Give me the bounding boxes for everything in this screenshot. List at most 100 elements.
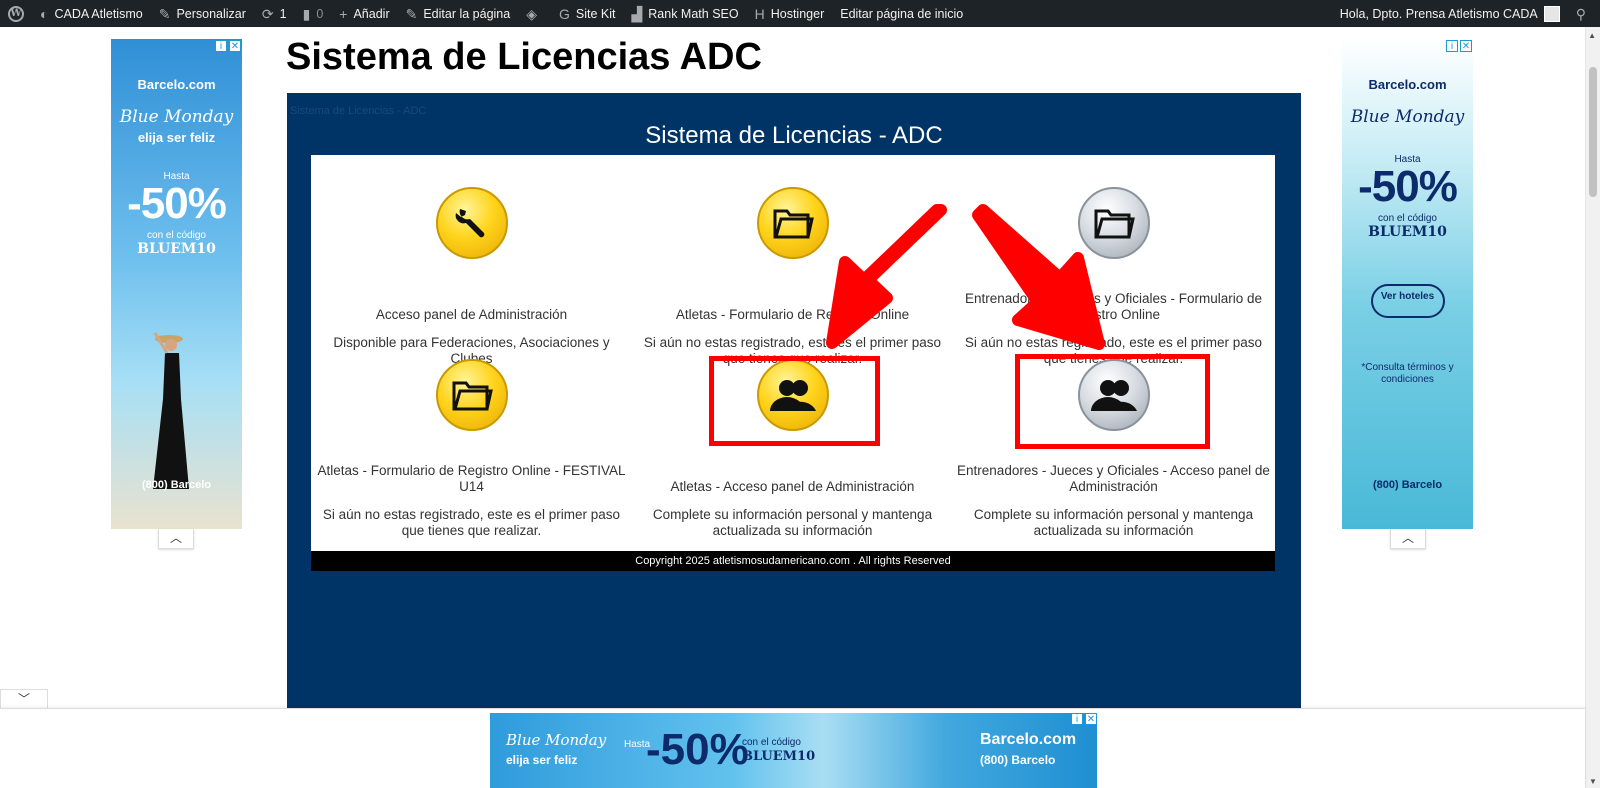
- folder-icon[interactable]: [756, 187, 829, 259]
- add-new-label: Añadir: [353, 6, 390, 21]
- tile-festival-u14-registration[interactable]: Atletas - Formulario de Registro Online …: [311, 359, 632, 539]
- updates-link[interactable]: ⟳ 1: [254, 0, 295, 27]
- tile-title[interactable]: Atletas - Formulario de Registro Online: [632, 289, 953, 323]
- folder-icon[interactable]: [1077, 187, 1150, 259]
- ad-script-text: Blue Monday: [506, 731, 607, 749]
- diamond-icon: ◈: [526, 5, 537, 22]
- ad-code: BLUEM10: [137, 241, 216, 257]
- site-kit-link[interactable]: G Site Kit: [551, 0, 624, 27]
- dashboard-icon: ◐: [40, 5, 49, 22]
- diamond-plugin-link[interactable]: ◈: [518, 0, 551, 27]
- edit-home-link[interactable]: Editar página de inicio: [832, 0, 971, 27]
- ad-discount: -50%: [1358, 162, 1458, 211]
- bottom-ad-banner[interactable]: i ✕ Blue Monday elija ser feliz Hasta -50…: [490, 713, 1097, 788]
- highlight-box-coaches: [1015, 354, 1210, 449]
- rank-math-link[interactable]: ▟ Rank Math SEO: [624, 0, 747, 27]
- rank-math-icon: ▟: [631, 5, 643, 22]
- ad-choices[interactable]: i ✕: [215, 40, 241, 52]
- ver-hoteles-button[interactable]: Ver hoteles: [1370, 284, 1445, 318]
- tile-description: Complete su información personal y mante…: [652, 507, 933, 538]
- breadcrumb: Sistema de Licencias - ADC: [290, 105, 427, 117]
- hostinger-icon: H: [754, 5, 765, 22]
- tile-coaches-registration[interactable]: Entrenadores - Jueces y Oficiales - Form…: [953, 187, 1274, 367]
- wp-admin-bar: W ◐ CADA Atletismo ✎ Personalizar ⟳ 1 ▮ 0 + A…: [0, 0, 1600, 27]
- greeting-label: Hola, Dpto. Prensa Atletismo CADA: [1339, 6, 1538, 21]
- ad-code-label: con el código: [147, 230, 206, 241]
- updates-count: 1: [279, 6, 287, 21]
- ad-close-icon[interactable]: ✕: [1085, 713, 1097, 725]
- tile-athlete-registration[interactable]: Atletas - Formulario de Registro Online …: [632, 187, 953, 367]
- ad-choices[interactable]: i ✕: [1446, 40, 1472, 52]
- tile-description: Si aún no estas registrado, este es el p…: [322, 507, 621, 538]
- tile-title[interactable]: Entrenadores - Jueces y Oficiales - Acce…: [953, 461, 1274, 495]
- folder-icon[interactable]: [435, 359, 508, 431]
- site-name-link[interactable]: ◐ CADA Atletismo: [32, 0, 151, 27]
- highlight-box-athletes: [709, 356, 880, 446]
- tile-title[interactable]: Atletas - Formulario de Registro Online …: [311, 461, 632, 495]
- ad-info-icon[interactable]: i: [1446, 40, 1458, 52]
- plus-icon: +: [339, 5, 348, 22]
- customize-link[interactable]: ✎ Personalizar: [151, 0, 254, 27]
- avatar: [1543, 5, 1560, 22]
- left-ad-banner[interactable]: i ✕ Barcelo.com Blue Monday elija ser fel…: [111, 39, 242, 529]
- comments-link[interactable]: ▮ 0: [295, 0, 332, 27]
- ad-tagline: elija ser feliz: [506, 753, 578, 767]
- updates-icon: ⟳: [261, 5, 274, 22]
- ad-brand: Barcelo.com: [1368, 77, 1447, 92]
- ad-code: BLUEM10: [1368, 224, 1447, 240]
- rank-math-label: Rank Math SEO: [648, 6, 739, 21]
- scroll-down-arrow-icon[interactable]: ▼: [1589, 777, 1597, 786]
- ad-code-label: con el código: [742, 737, 801, 748]
- site-kit-label: Site Kit: [575, 6, 616, 21]
- customize-label: Personalizar: [176, 6, 246, 21]
- pencil-icon: ✎: [405, 5, 418, 22]
- ad-discount: -50%: [127, 179, 227, 228]
- wordpress-logo-button[interactable]: W: [0, 0, 32, 27]
- left-ad-collapse-button[interactable]: ︿: [158, 529, 194, 549]
- ad-script-text: Blue Monday: [119, 107, 234, 127]
- ad-tagline: elija ser feliz: [137, 130, 216, 145]
- ad-info-icon[interactable]: i: [215, 40, 227, 52]
- wordpress-icon: W: [8, 5, 24, 22]
- bottom-ad-collapse-button[interactable]: ﹀: [0, 689, 48, 709]
- hostinger-label: Hostinger: [770, 6, 825, 21]
- woman-beach-image: [153, 332, 189, 489]
- site-name-label: CADA Atletismo: [54, 6, 143, 21]
- chevron-up-icon: ︿: [1401, 531, 1414, 545]
- edit-home-label: Editar página de inicio: [840, 6, 964, 21]
- add-new-link[interactable]: + Añadir: [331, 0, 397, 27]
- ad-close-icon[interactable]: ✕: [1460, 40, 1472, 52]
- scrollbar-thumb[interactable]: [1589, 67, 1597, 197]
- ad-code: BLUEM10: [742, 749, 816, 764]
- tile-admin-access[interactable]: Acceso panel de Administración Disponibl…: [311, 187, 632, 367]
- scroll-up-arrow-icon[interactable]: ▲: [1588, 31, 1596, 40]
- right-ad-banner[interactable]: i ✕ Barcelo.com Blue Monday Hasta -50% co…: [1342, 39, 1473, 529]
- chevron-down-icon: ﹀: [17, 692, 30, 706]
- tile-title[interactable]: Entrenadores - Jueces y Oficiales - Form…: [953, 289, 1274, 323]
- comment-icon: ▮: [302, 5, 311, 22]
- account-menu[interactable]: Hola, Dpto. Prensa Atletismo CADA: [1332, 0, 1568, 27]
- panel-heading: Sistema de Licencias - ADC: [645, 122, 943, 149]
- ad-phone: (800) Barcelo: [1372, 479, 1443, 491]
- ad-script-text: Blue Monday: [1350, 107, 1465, 127]
- copyright-footer: Copyright 2025 atletismosudamericano.com…: [311, 551, 1275, 571]
- ad-close-icon[interactable]: ✕: [229, 40, 241, 52]
- hostinger-link[interactable]: H Hostinger: [747, 0, 833, 27]
- ad-discount: -50%: [646, 725, 749, 774]
- tile-title[interactable]: Atletas - Acceso panel de Administración: [632, 461, 953, 495]
- options-card: Acceso panel de Administración Disponibl…: [311, 155, 1275, 551]
- right-ad-collapse-button[interactable]: ︿: [1390, 529, 1426, 549]
- ad-phone: (800) Barcelo: [980, 753, 1056, 767]
- admin-search-button[interactable]: ⚲: [1568, 0, 1600, 27]
- edit-page-label: Editar la página: [423, 6, 511, 21]
- ad-code-label: con el código: [1378, 213, 1437, 224]
- wrench-icon[interactable]: [435, 187, 508, 259]
- ad-terms: *Consulta términos y condiciones: [1361, 362, 1454, 385]
- tile-title[interactable]: Acceso panel de Administración: [311, 289, 632, 323]
- ad-choices[interactable]: i ✕: [1071, 713, 1097, 725]
- ad-brand: Barcelo.com: [137, 77, 216, 92]
- page-title: Sistema de Licencias ADC: [286, 36, 762, 78]
- page-scrollbar[interactable]: ▼: [1585, 27, 1600, 788]
- edit-page-link[interactable]: ✎ Editar la página: [398, 0, 519, 27]
- ad-info-icon[interactable]: i: [1071, 713, 1083, 725]
